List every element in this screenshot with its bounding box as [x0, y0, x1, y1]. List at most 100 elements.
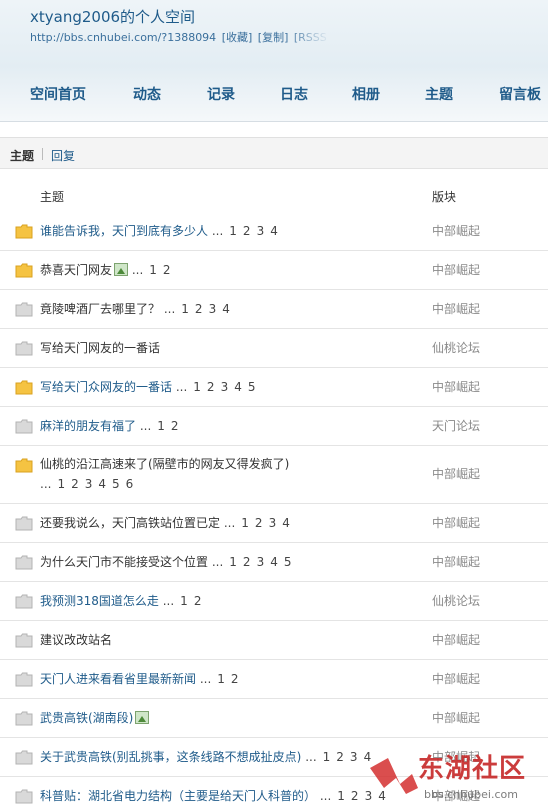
tab-replies[interactable]: 回复 — [51, 147, 75, 164]
topic-title-link[interactable]: 麻洋的朋友有福了 — [40, 419, 136, 433]
topic-board-link[interactable]: 中部崛起 — [432, 513, 480, 533]
page-link[interactable]: 3 — [269, 516, 277, 530]
rss-link[interactable]: [RSSS — [294, 31, 327, 44]
topic-board-link[interactable]: 中部崛起 — [432, 260, 480, 280]
topic-title-link[interactable]: 仙桃的沿江高速来了(隔壁市的网友又得发疯了) — [40, 457, 289, 471]
pagination-ellipsis: ... — [208, 224, 224, 238]
page-link[interactable]: 4 — [270, 555, 278, 569]
page-link[interactable]: 2 — [171, 419, 179, 433]
page-link[interactable]: 1 — [157, 419, 165, 433]
nav-home[interactable]: 空间首页 — [30, 84, 86, 104]
space-url[interactable]: http://bbs.cnhubei.com/?1388094 — [30, 31, 216, 44]
page-link[interactable]: 1 — [229, 555, 237, 569]
topic-title-link[interactable]: 竟陵啤酒厂去哪里了？ — [40, 302, 160, 316]
page-link[interactable]: 4 — [234, 380, 242, 394]
page-link[interactable]: 4 — [282, 516, 290, 530]
topic-title-cell: 还要我说么，天门高铁站位置已定 ... 1 2 3 4 — [40, 513, 420, 533]
page-link[interactable]: 1 — [57, 477, 65, 491]
page-link[interactable]: 1 — [180, 594, 188, 608]
topic-board-link[interactable]: 中部崛起 — [432, 299, 480, 319]
page-link[interactable]: 2 — [194, 594, 202, 608]
topic-board-link[interactable]: 中部崛起 — [432, 669, 480, 689]
topic-title-cell: 为什么天门市不能接受这个位置 ... 1 2 3 4 5 — [40, 552, 420, 572]
page-link[interactable]: 2 — [351, 789, 359, 803]
pagination-ellipsis: ... — [40, 477, 52, 491]
page-link[interactable]: 4 — [222, 302, 230, 316]
page-link[interactable]: 1 — [149, 263, 157, 277]
page-link[interactable]: 4 — [98, 477, 106, 491]
topic-row: 恭喜天门网友 ... 1 2 中部崛起 — [0, 251, 548, 290]
page-link[interactable]: 3 — [257, 555, 265, 569]
topic-board-link[interactable]: 中部崛起 — [432, 221, 480, 241]
page-link[interactable]: 1 — [229, 224, 237, 238]
page-link[interactable]: 5 — [112, 477, 120, 491]
page-link[interactable]: 1 — [217, 672, 225, 686]
page-link[interactable]: 5 — [284, 555, 292, 569]
topic-title-cell: 写给天门众网友的一番话 ... 1 2 3 4 5 — [40, 377, 420, 397]
nav-activity[interactable]: 动态 — [133, 84, 161, 104]
topic-pagination: ... 1 2 — [128, 263, 171, 277]
page-link[interactable]: 3 — [257, 224, 265, 238]
page-link[interactable]: 3 — [209, 302, 217, 316]
page-link[interactable]: 2 — [207, 380, 215, 394]
space-url-bar: http://bbs.cnhubei.com/?1388094 [收藏] [复制… — [30, 29, 330, 45]
topic-title-cell: 麻洋的朋友有福了 ... 1 2 — [40, 416, 420, 436]
topic-board-link[interactable]: 中部崛起 — [432, 552, 480, 572]
page-link[interactable]: 2 — [336, 750, 344, 764]
topic-title-link[interactable]: 天门人进来看看省里最新新闻 — [40, 672, 196, 686]
topic-title-link[interactable]: 建议改改站名 — [40, 633, 112, 647]
topic-board-link[interactable]: 中部崛起 — [432, 708, 480, 728]
topic-board-link[interactable]: 仙桃论坛 — [432, 591, 480, 611]
page-link[interactable]: 2 — [71, 477, 79, 491]
page-link[interactable]: 2 — [243, 555, 251, 569]
bookmark-link[interactable]: [收藏] — [222, 31, 253, 44]
page-link[interactable]: 5 — [248, 380, 256, 394]
topic-title-link[interactable]: 写给天门众网友的一番话 — [40, 380, 172, 394]
folder-icon — [15, 750, 33, 765]
topic-title-cell: 竟陵啤酒厂去哪里了？ ... 1 2 3 4 — [40, 299, 420, 319]
topic-board-link[interactable]: 中部崛起 — [432, 630, 480, 650]
topic-title-cell: 科普贴：湖北省电力结构（主要是给天门人科普的） ... 1 2 3 4 — [40, 786, 420, 806]
topic-title-link[interactable]: 关于武贵高铁(别乱挑事，这条线路不想成扯皮点) — [40, 750, 301, 764]
topic-board-link[interactable]: 中部崛起 — [432, 377, 480, 397]
topic-board-link[interactable]: 天门论坛 — [432, 416, 480, 436]
page-link[interactable]: 4 — [270, 224, 278, 238]
topic-title-link[interactable]: 为什么天门市不能接受这个位置 — [40, 555, 208, 569]
page-link[interactable]: 1 — [337, 789, 345, 803]
page-link[interactable]: 3 — [85, 477, 93, 491]
page-link[interactable]: 1 — [181, 302, 189, 316]
page-link[interactable]: 2 — [195, 302, 203, 316]
page-link[interactable]: 1 — [193, 380, 201, 394]
space-title[interactable]: xtyang2006的个人空间 — [30, 6, 195, 27]
page-link[interactable]: 2 — [255, 516, 263, 530]
tab-topics[interactable]: 主题 — [10, 147, 34, 164]
page-link[interactable]: 6 — [126, 477, 134, 491]
nav-guestbook[interactable]: 留言板 — [499, 84, 541, 104]
topic-board-link[interactable]: 仙桃论坛 — [432, 338, 480, 358]
topic-board-link[interactable]: 中部崛起 — [432, 464, 480, 484]
nav-topics[interactable]: 主题 — [425, 84, 453, 104]
nav-records[interactable]: 记录 — [207, 84, 235, 104]
copy-link[interactable]: [复制] — [258, 31, 289, 44]
topic-title-link[interactable]: 我预测318国道怎么走 — [40, 594, 159, 608]
page-link[interactable]: 1 — [241, 516, 249, 530]
page-link[interactable]: 3 — [221, 380, 229, 394]
nav-album[interactable]: 相册 — [352, 84, 380, 104]
pagination-ellipsis: ... — [196, 672, 212, 686]
page-link[interactable]: 1 — [323, 750, 331, 764]
topic-title-link[interactable]: 谁能告诉我，天门到底有多少人 — [40, 224, 208, 238]
topic-title-link[interactable]: 科普贴：湖北省电力结构（主要是给天门人科普的） — [40, 789, 316, 803]
watermark-url: bbs.cnhubei.com — [424, 788, 518, 801]
topic-title-link[interactable]: 恭喜天门网友 — [40, 263, 112, 277]
topic-title-link[interactable]: 还要我说么，天门高铁站位置已定 — [40, 516, 220, 530]
topic-title-cell: 仙桃的沿江高速来了(隔壁市的网友又得发疯了)... 1 2 3 4 5 6 — [40, 454, 420, 494]
nav-blog[interactable]: 日志 — [280, 84, 308, 104]
page-link[interactable]: 2 — [243, 224, 251, 238]
page-link[interactable]: 3 — [350, 750, 358, 764]
topic-title-link[interactable]: 写给天门网友的一番话 — [40, 341, 160, 355]
topic-title-link[interactable]: 武贵高铁(湖南段) — [40, 711, 133, 725]
topic-title-cell: 天门人进来看看省里最新新闻 ... 1 2 — [40, 669, 420, 689]
page-link[interactable]: 2 — [231, 672, 239, 686]
topic-title-cell: 建议改改站名 — [40, 630, 420, 650]
page-link[interactable]: 2 — [163, 263, 171, 277]
